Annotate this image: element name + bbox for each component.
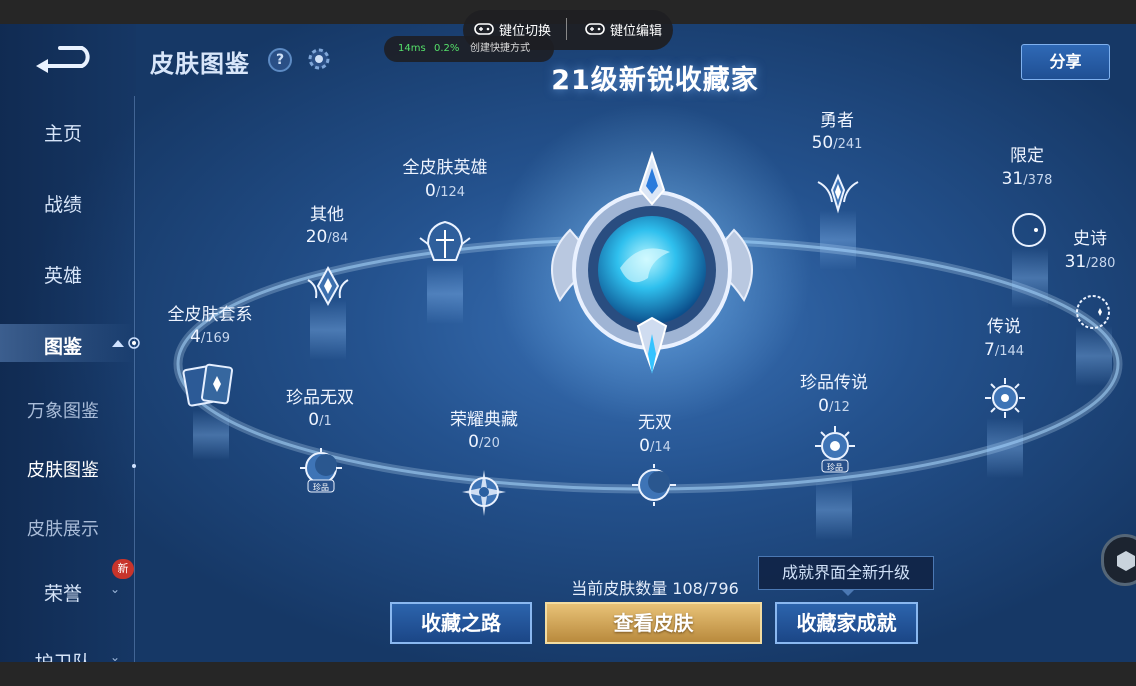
node-count-epic: 31/280 (1064, 252, 1116, 272)
node-label-glory: 荣耀典藏 (450, 410, 518, 430)
share-button[interactable]: 分享 (1021, 44, 1110, 80)
light-beam (427, 264, 463, 324)
latency-value: 14ms (398, 43, 426, 54)
node-count-all-heroes: 0/124 (424, 181, 466, 201)
star-emblem-icon[interactable] (456, 468, 512, 518)
loss-value: 0.2% (434, 43, 460, 54)
moon-emblem-icon[interactable] (630, 464, 678, 506)
light-beam (193, 410, 229, 460)
sidebar-divider (134, 96, 135, 662)
chevron-down-icon: ⌄ (110, 582, 121, 596)
diamond-emblem-icon[interactable] (304, 264, 352, 308)
wing-emblem-icon[interactable] (814, 172, 862, 214)
sidebar-item-honor[interactable]: 荣誉 (0, 579, 126, 606)
node-label-wushuang: 无双 (638, 413, 672, 433)
node-label-rare-legend: 珍品传说 (800, 373, 868, 393)
node-count-other: 20/84 (305, 227, 349, 247)
node-label-rare-wushuang: 珍品无双 (286, 388, 354, 408)
sidebar-item-codex[interactable]: 图鉴 (0, 332, 126, 359)
node-count-all-sets: 4/169 (189, 327, 231, 347)
sidebar-item-record[interactable]: 战绩 (0, 190, 126, 217)
light-beam (816, 480, 852, 540)
cards-icon[interactable] (182, 360, 238, 412)
collector-achievement-button[interactable]: 收藏家成就 (775, 602, 918, 644)
notice-arrow (842, 590, 854, 596)
node-label-limited: 限定 (1010, 146, 1044, 166)
crescent-emblem-icon[interactable] (1070, 290, 1116, 334)
node-count-legend: 7/144 (983, 340, 1025, 360)
active-indicator-icon (112, 337, 140, 349)
sidebar-subitem-universe[interactable]: 万象图鉴 (0, 397, 126, 423)
gamepad-icon (474, 23, 494, 35)
new-badge: 新 (112, 559, 134, 579)
achievement-notice: 成就界面全新升级 (758, 556, 934, 590)
collector-medal-icon[interactable] (530, 150, 774, 380)
gamepad-icon (585, 23, 605, 35)
node-count-glory: 0/20 (468, 432, 500, 452)
hexagon-icon (1117, 551, 1135, 571)
help-icon[interactable]: ? (268, 48, 292, 72)
back-arrow-icon[interactable] (30, 42, 96, 76)
node-label-all-sets: 全皮肤套系 (167, 305, 253, 325)
node-count-brave: 50/241 (811, 133, 863, 153)
light-beam (1076, 326, 1112, 386)
toolbar-separator (566, 18, 567, 40)
helmet-emblem-icon[interactable] (418, 218, 472, 266)
node-label-legend: 传说 (987, 317, 1021, 337)
sidebar-subitem-skin-codex[interactable]: 皮肤图鉴 (0, 456, 126, 482)
window-bottom-bar (0, 662, 1136, 686)
light-beam (310, 300, 346, 360)
light-beam (820, 210, 856, 270)
node-label-other: 其他 (310, 205, 344, 225)
node-count-wushuang: 0/14 (639, 436, 671, 456)
rare-tag: 珍品 (827, 462, 843, 472)
sidebar-subitem-skin-show[interactable]: 皮肤展示 (0, 515, 126, 541)
sun-emblem-icon[interactable] (980, 376, 1030, 420)
sidebar-item-home[interactable]: 主页 (0, 119, 126, 146)
page-title: 皮肤图鉴 (150, 50, 250, 78)
node-count-limited: 31/378 (1001, 169, 1053, 189)
node-count-rare-wushuang: 0/1 (308, 410, 332, 430)
node-label-epic: 史诗 (1073, 229, 1107, 249)
node-label-all-heroes: 全皮肤英雄 (402, 158, 488, 178)
rare-tag: 珍品 (313, 482, 329, 492)
key-edit-button[interactable]: 键位编辑 (610, 20, 662, 39)
gear-icon[interactable] (306, 46, 332, 72)
view-skins-button[interactable]: 查看皮肤 (545, 602, 762, 644)
node-label-brave: 勇者 (820, 111, 854, 131)
moon-emblem-icon[interactable]: 珍品 (296, 446, 346, 494)
collector-level-title: 21级新锐收藏家 (551, 65, 759, 96)
sun-emblem-icon[interactable]: 珍品 (808, 424, 862, 474)
collection-road-button[interactable]: 收藏之路 (390, 602, 532, 644)
node-count-rare-legend: 0/12 (818, 396, 850, 416)
light-beam (987, 418, 1023, 478)
active-dot-icon (132, 464, 136, 468)
current-skin-count: 当前皮肤数量 108/796 (571, 579, 739, 598)
sidebar-item-hero[interactable]: 英雄 (0, 261, 126, 288)
